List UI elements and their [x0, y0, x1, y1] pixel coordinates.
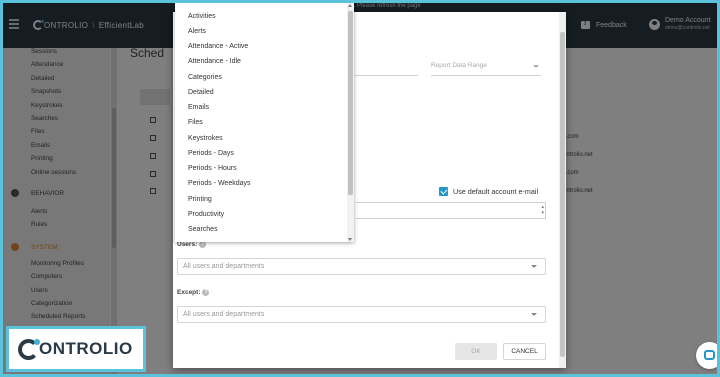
checkbox-checked-icon	[439, 187, 448, 196]
scroll-up-icon[interactable]	[348, 4, 352, 7]
app-window: ONTROLIO \ EfficientLab ed. Please refre…	[3, 3, 717, 374]
report-range-select[interactable]: Report Data Range	[431, 62, 541, 76]
chat-button[interactable]	[696, 342, 717, 369]
dropdown-option[interactable]: Printing	[188, 196, 212, 203]
cancel-button[interactable]: CANCEL	[503, 343, 546, 360]
dropdown-option[interactable]: Attendance - Idle	[188, 58, 241, 65]
report-type-dropdown: Activities Alerts Attendance - Active At…	[175, 3, 354, 242]
dropdown-option[interactable]: Searches	[188, 226, 218, 233]
spinner-arrows-icon: ▴ ▾	[541, 204, 544, 216]
dropdown-option[interactable]: Productivity	[188, 211, 224, 218]
report-type-field-underline	[353, 75, 418, 76]
chat-bubble-icon	[704, 350, 715, 360]
scroll-down-icon[interactable]	[348, 238, 352, 241]
use-default-label: Use default account e-mail	[453, 187, 539, 196]
users-label-text: Users:	[177, 241, 198, 248]
help-icon[interactable]: ?	[199, 241, 207, 248]
ok-button[interactable]: OK	[455, 343, 497, 360]
dropdown-option[interactable]: Attendance - Active	[188, 43, 248, 50]
users-select[interactable]: All users and departments	[177, 258, 546, 275]
controlio-watermark-logo: ONTROLIO	[6, 326, 146, 372]
users-placeholder: All users and departments	[183, 263, 265, 270]
chevron-down-icon	[531, 313, 537, 316]
dropdown-option[interactable]: Periods - Weekdays	[188, 180, 251, 187]
dropdown-option[interactable]: Alerts	[188, 28, 206, 35]
users-label: Users: ?	[177, 241, 207, 248]
dropdown-option[interactable]: Periods - Days	[188, 150, 234, 157]
dropdown-option[interactable]: Categories	[188, 74, 222, 81]
dropdown-option[interactable]: Detailed	[188, 89, 214, 96]
dropdown-option[interactable]: Files	[188, 119, 203, 126]
help-icon[interactable]: ?	[202, 289, 210, 296]
scroll-thumb[interactable]	[348, 11, 353, 195]
controlio-logo-icon	[18, 338, 40, 360]
report-range-placeholder: Report Data Range	[431, 62, 488, 69]
dropdown-option[interactable]: Emails	[188, 104, 209, 111]
use-default-email-checkbox[interactable]: Use default account e-mail	[439, 187, 538, 196]
dropdown-scrollbar[interactable]	[347, 3, 354, 242]
chevron-down-icon	[533, 65, 539, 68]
dropdown-option[interactable]: Keystrokes	[188, 135, 223, 142]
scroll-thumb[interactable]	[560, 32, 565, 357]
except-label: Except: ?	[177, 289, 210, 296]
dropdown-option[interactable]: Activities	[188, 13, 216, 20]
except-select[interactable]: All users and departments	[177, 306, 546, 323]
except-label-text: Except:	[177, 289, 201, 296]
dropdown-option[interactable]: Periods - Hours	[188, 165, 237, 172]
except-placeholder: All users and departments	[183, 311, 265, 318]
email-textarea[interactable]: ▴ ▾	[356, 202, 546, 219]
modal-scrollbar[interactable]	[559, 12, 566, 368]
chevron-down-icon	[531, 265, 537, 268]
watermark-text: ONTROLIO	[39, 339, 133, 358]
